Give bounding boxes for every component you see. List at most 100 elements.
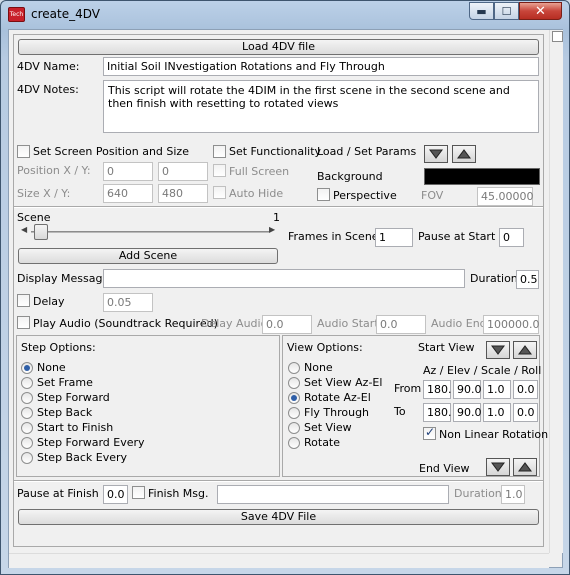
display-message-input[interactable] [103, 269, 465, 288]
finish-msg-label: Finish Msg. [148, 487, 209, 500]
full-screen-checkbox[interactable] [213, 164, 226, 177]
finish-msg-checkbox[interactable] [132, 486, 145, 499]
frames-in-scene-input[interactable]: 1 [375, 228, 413, 247]
slider-left-arrow[interactable]: ◀ [21, 225, 27, 234]
audio-end-input[interactable]: 100000.0 [483, 315, 540, 334]
vertical-scrollbar[interactable] [549, 30, 563, 553]
view-options-panel: View Options: None Set View Az-El Rotate A… [282, 335, 548, 477]
view-option-option-label: Fly Through [304, 406, 370, 419]
fov-input[interactable]: 45.00000 [477, 187, 534, 206]
from-scale-input[interactable]: 1.0 [483, 380, 511, 399]
pause-at-start-input[interactable]: 0 [499, 228, 524, 247]
audio-end-label: Audio End [431, 317, 487, 330]
delay-audio-input[interactable]: 0.0 [262, 315, 312, 334]
view-option-radio-2[interactable] [288, 392, 300, 404]
audio-start-input[interactable]: 0.0 [376, 315, 426, 334]
scene-label: Scene [17, 211, 51, 224]
load-params-button[interactable] [424, 145, 448, 163]
triangle-down-icon [491, 345, 505, 355]
maximize-icon: ☐ [501, 4, 512, 18]
notes-textarea[interactable]: This script will rotate the 4DIM in the … [103, 80, 539, 133]
step-option-radio-3[interactable] [21, 407, 33, 419]
window-controls: ▬ ☐ ✕ [469, 2, 562, 21]
load-4dv-button[interactable]: Load 4DV file [18, 39, 539, 55]
from-elev-input[interactable]: 90.0 [453, 380, 482, 399]
app-icon[interactable]: Tech [8, 7, 25, 22]
to-roll-input[interactable]: 0.0 [513, 403, 538, 422]
minimize-button[interactable]: ▬ [469, 2, 494, 20]
play-audio-checkbox[interactable] [17, 316, 30, 329]
to-elev-input[interactable]: 90.0 [453, 403, 482, 422]
position-y-input[interactable]: 0 [158, 162, 208, 181]
pause-at-finish-input[interactable]: 0.0 [103, 485, 128, 504]
background-color-swatch[interactable] [424, 168, 540, 185]
finish-duration-input[interactable]: 1.0 [501, 485, 525, 504]
view-option-radio-0[interactable] [288, 362, 300, 374]
view-option-radio-4[interactable] [288, 422, 300, 434]
scene-number: 1 [273, 211, 280, 224]
set-params-button[interactable] [452, 145, 476, 163]
set-screen-position-checkbox[interactable] [17, 145, 30, 158]
step-option-option-label: Start to Finish [37, 421, 114, 434]
save-4dv-button[interactable]: Save 4DV File [18, 509, 539, 525]
client-area: Load 4DV file 4DV Name: Initial Soil INv… [8, 29, 563, 568]
name-input[interactable]: Initial Soil INvestigation Rotations and… [103, 57, 539, 76]
window-title: create_4DV [31, 7, 100, 21]
maximize-button[interactable]: ☐ [494, 2, 519, 20]
delay-input[interactable]: 0.05 [103, 293, 153, 312]
step-option-option-label: Step Back [37, 406, 93, 419]
step-option-radio-6[interactable] [21, 452, 33, 464]
view-option-radio-5[interactable] [288, 437, 300, 449]
end-view-label: End View [419, 462, 470, 475]
step-options-title: Step Options: [21, 341, 96, 354]
step-option-radio-1[interactable] [21, 377, 33, 389]
start-view-label: Start View [418, 341, 475, 354]
auto-hide-label: Auto Hide [229, 187, 284, 200]
delay-label: Delay [33, 295, 65, 308]
auto-hide-checkbox[interactable] [213, 186, 226, 199]
from-label: From [394, 382, 422, 395]
step-option-option-label: Step Forward [37, 391, 110, 404]
duration-input[interactable]: 0.5 [516, 270, 539, 289]
minimize-icon: ▬ [476, 4, 487, 18]
pause-at-finish-label: Pause at Finish [17, 487, 99, 500]
scene-slider-track[interactable] [31, 231, 269, 233]
end-view-set-button[interactable] [513, 458, 537, 476]
to-az-input[interactable]: 180. [423, 403, 452, 422]
triangle-down-icon [491, 462, 505, 472]
delay-checkbox[interactable] [17, 294, 30, 307]
start-view-load-button[interactable] [486, 341, 510, 359]
to-scale-input[interactable]: 1.0 [483, 403, 511, 422]
size-x-input[interactable]: 640 [103, 184, 153, 203]
duration-label: Duration [470, 272, 518, 285]
view-option-radio-1[interactable] [288, 377, 300, 389]
play-audio-label: Play Audio (Soundtrack Required) [33, 317, 218, 330]
view-option-radio-3[interactable] [288, 407, 300, 419]
title-bar[interactable]: Tech create_4DV ▬ ☐ ✕ [1, 1, 569, 29]
step-option-option-label: Set Frame [37, 376, 93, 389]
add-scene-button[interactable]: Add Scene [18, 248, 278, 264]
size-label: Size X / Y: [17, 187, 71, 200]
non-linear-rotation-checkbox[interactable] [423, 425, 436, 440]
step-option-radio-5[interactable] [21, 437, 33, 449]
start-view-set-button[interactable] [513, 341, 537, 359]
scroll-box[interactable] [552, 31, 563, 42]
step-option-radio-2[interactable] [21, 392, 33, 404]
step-option-radio-0[interactable] [21, 362, 33, 374]
set-functionality-label: Set Functionality [229, 145, 322, 158]
step-option-radio-4[interactable] [21, 422, 33, 434]
from-roll-input[interactable]: 0.0 [513, 380, 538, 399]
end-view-load-button[interactable] [486, 458, 510, 476]
perspective-checkbox[interactable] [317, 188, 330, 201]
finish-msg-input[interactable] [217, 485, 449, 504]
position-x-input[interactable]: 0 [103, 162, 153, 181]
scene-slider-thumb[interactable] [34, 224, 48, 240]
close-button[interactable]: ✕ [519, 2, 562, 20]
slider-right-arrow[interactable]: ▶ [269, 225, 275, 234]
size-y-input[interactable]: 480 [158, 184, 208, 203]
horizontal-scrollbar[interactable] [9, 553, 549, 568]
from-az-input[interactable]: 180. [423, 380, 452, 399]
view-option-option-label: None [304, 361, 333, 374]
set-functionality-checkbox[interactable] [213, 145, 226, 158]
notes-label: 4DV Notes: [17, 83, 79, 96]
